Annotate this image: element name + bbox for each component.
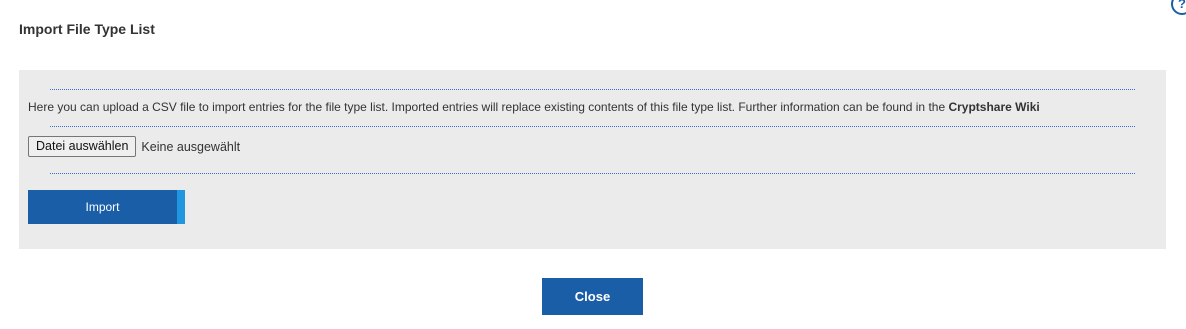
import-panel: Here you can upload a CSV file to import…: [19, 70, 1166, 249]
divider: [50, 89, 1135, 90]
file-input: Datei auswählen Keine ausgewählt: [28, 136, 240, 157]
info-description: Here you can upload a CSV file to import…: [28, 100, 949, 114]
info-text: Here you can upload a CSV file to import…: [28, 100, 1040, 114]
dialog-title: Import File Type List: [19, 21, 155, 37]
import-button-label: Import: [85, 200, 120, 214]
close-button[interactable]: Close: [542, 278, 643, 315]
import-file-type-dialog: Import File Type List ? Here you can upl…: [0, 0, 1186, 329]
choose-file-button[interactable]: Datei auswählen: [28, 136, 137, 157]
file-status: Keine ausgewählt: [141, 139, 241, 154]
divider: [50, 126, 1135, 127]
import-button-accent: [177, 190, 185, 224]
import-button[interactable]: Import: [28, 190, 185, 224]
cryptshare-wiki-link[interactable]: Cryptshare Wiki: [948, 100, 1039, 114]
help-circle-icon[interactable]: ?: [1171, 0, 1186, 15]
divider: [50, 173, 1135, 174]
